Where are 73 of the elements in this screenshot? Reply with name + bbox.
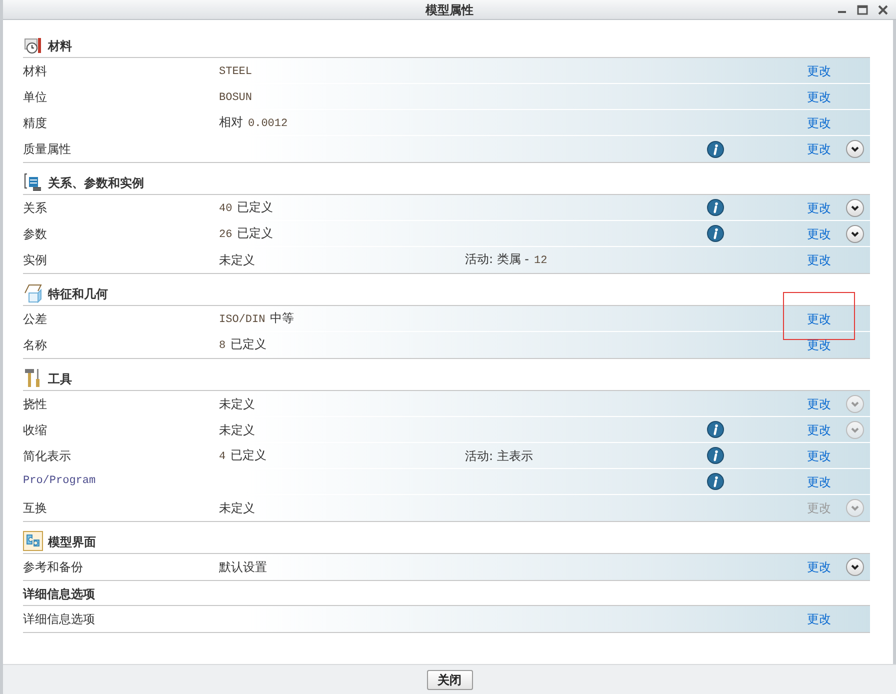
property-value: BOSUN xyxy=(219,90,254,106)
property-label: 单位 xyxy=(23,88,48,106)
active-note: 活动: 主表示 xyxy=(465,448,534,464)
cube-icon xyxy=(23,283,43,303)
property-value: 未定义 xyxy=(219,422,256,438)
property-label: 参考和备份 xyxy=(23,559,84,576)
change-link[interactable]: 更改 xyxy=(807,472,831,490)
change-link[interactable]: 更改 xyxy=(807,310,831,328)
change-link[interactable]: 更改 xyxy=(807,88,831,106)
property-label: 质量属性 xyxy=(23,141,72,158)
change-link[interactable]: 更改 xyxy=(807,394,831,412)
expand-button[interactable] xyxy=(846,140,864,158)
property-value: 4 已定义 xyxy=(219,446,268,465)
change-link[interactable]: 更改 xyxy=(807,140,831,158)
maximize-icon[interactable] xyxy=(857,5,868,15)
property-label: 公差 xyxy=(23,310,48,328)
section-title: 工具 xyxy=(48,371,72,388)
change-link[interactable]: 更改 xyxy=(807,114,831,132)
puzzle-icon xyxy=(23,531,43,551)
chevron-down-icon xyxy=(850,562,860,572)
property-value: 8 已定义 xyxy=(219,336,268,354)
property-label: 名称 xyxy=(23,337,48,354)
property-label: 简化表示 xyxy=(23,448,72,464)
section-title: 关系、参数和实例 xyxy=(48,175,144,192)
property-label: 关系 xyxy=(23,200,48,216)
change-link[interactable]: 更改 xyxy=(807,198,831,216)
change-link[interactable]: 更改 xyxy=(807,610,831,628)
property-value: 未定义 xyxy=(219,500,256,517)
change-link[interactable]: 更改 xyxy=(807,224,831,242)
change-link[interactable]: 更改 xyxy=(807,62,831,80)
info-icon[interactable] xyxy=(707,199,724,216)
close-button[interactable]: 关闭 xyxy=(426,670,472,690)
expand-button[interactable] xyxy=(846,558,864,576)
property-label: 收缩 xyxy=(23,422,48,438)
material-icon xyxy=(23,35,43,55)
property-value: STEEL xyxy=(219,64,254,80)
change-link[interactable]: 更改 xyxy=(807,420,831,438)
property-label: Pro/Program xyxy=(23,474,97,490)
property-label: 实例 xyxy=(23,252,48,269)
section-title: 特征和几何 xyxy=(48,286,108,303)
property-label: 互换 xyxy=(23,500,48,517)
property-label: 挠性 xyxy=(23,396,48,412)
change-link[interactable]: 更改 xyxy=(807,336,831,354)
expand-button[interactable] xyxy=(846,198,864,216)
chevron-down-icon xyxy=(850,503,860,513)
property-value: 26 已定义 xyxy=(219,224,274,243)
expand-button[interactable] xyxy=(846,224,864,242)
change-link[interactable]: 更改 xyxy=(807,251,831,269)
change-link[interactable]: 更改 xyxy=(807,446,831,464)
property-label: 详细信息选项 xyxy=(23,611,96,628)
document-table-icon xyxy=(23,172,43,192)
active-note: 活动: 类属 - 12 xyxy=(465,251,548,270)
property-value: 40 已定义 xyxy=(219,198,274,217)
property-label: 精度 xyxy=(23,114,48,132)
info-icon[interactable] xyxy=(707,421,724,438)
property-value: ISO/DIN 中等 xyxy=(219,310,296,328)
info-icon[interactable] xyxy=(707,140,724,158)
section-title: 模型界面 xyxy=(48,534,96,551)
property-value: 未定义 xyxy=(219,252,256,269)
info-icon[interactable] xyxy=(707,473,724,490)
info-icon[interactable] xyxy=(707,447,724,464)
info-icon[interactable] xyxy=(707,225,724,242)
property-label: 材料 xyxy=(23,62,48,80)
window-title: 模型属性 xyxy=(426,2,474,18)
chevron-down-icon xyxy=(850,144,860,154)
property-value: 默认设置 xyxy=(219,559,268,576)
section-title: 材料 xyxy=(48,38,72,55)
close-icon[interactable] xyxy=(878,5,888,15)
property-value: 相对 0.0012 xyxy=(219,114,289,132)
change-link[interactable]: 更改 xyxy=(807,558,831,576)
property-label: 参数 xyxy=(23,226,48,242)
property-value: 未定义 xyxy=(219,396,256,412)
section-title: 详细信息选项 xyxy=(23,586,95,603)
